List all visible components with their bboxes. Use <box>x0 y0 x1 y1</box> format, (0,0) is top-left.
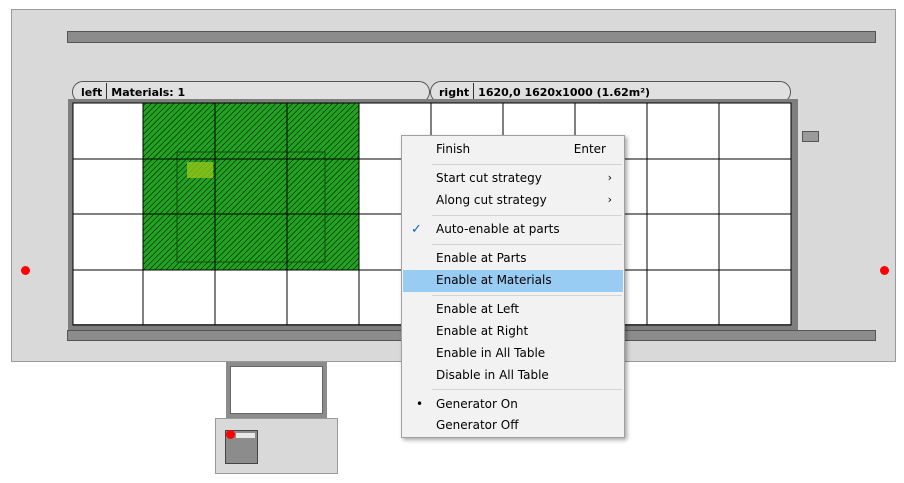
menu-item-label: Finish <box>436 142 471 156</box>
menu-item-auto-enable-at-parts[interactable]: ✓ Auto-enable at parts <box>403 219 623 241</box>
menu-item-generator-on[interactable]: • Generator On <box>403 394 623 416</box>
menu-item-label: Auto-enable at parts <box>436 222 560 236</box>
context-menu: Finish Enter Start cut strategy › Along … <box>401 135 625 438</box>
submenu-arrow-icon: › <box>607 171 612 184</box>
menu-item-label: Along cut strategy <box>436 193 547 207</box>
generator-panel-slot <box>236 433 255 438</box>
menu-item-enable-at-right[interactable]: Enable at Right <box>403 321 623 343</box>
menu-item-label: Enable at Left <box>436 302 520 316</box>
menu-item-label: Generator On <box>436 397 518 411</box>
table-side-handle[interactable] <box>802 131 819 142</box>
menu-item-along-cut-strategy[interactable]: Along cut strategy › <box>403 190 623 212</box>
menu-item-enable-at-parts[interactable]: Enable at Parts <box>403 248 623 270</box>
menu-item-enable-at-materials[interactable]: Enable at Materials <box>403 270 623 292</box>
left-reference-marker <box>21 266 30 275</box>
menu-separator <box>432 164 622 165</box>
material-sheet[interactable] <box>143 103 359 270</box>
menu-item-label: Enable at Materials <box>436 273 552 287</box>
checkmark-icon: ✓ <box>411 222 422 237</box>
submenu-arrow-icon: › <box>607 193 612 206</box>
generator-marker <box>226 430 235 439</box>
menu-item-shortcut: Enter <box>573 142 606 156</box>
radio-bullet-icon: • <box>416 397 424 411</box>
menu-item-label: Disable in All Table <box>436 368 549 382</box>
menu-separator <box>432 389 622 390</box>
menu-item-label: Enable at Parts <box>436 251 527 265</box>
menu-separator <box>432 295 622 296</box>
menu-item-enable-in-all-table[interactable]: Enable in All Table <box>403 343 623 365</box>
menu-item-label: Start cut strategy <box>436 171 542 185</box>
menu-item-start-cut-strategy[interactable]: Start cut strategy › <box>403 168 623 190</box>
console-screen <box>230 366 323 414</box>
material-highlight-spot <box>187 162 213 178</box>
menu-separator <box>432 215 622 216</box>
menu-item-generator-off[interactable]: Generator Off <box>403 415 623 437</box>
menu-item-enable-at-left[interactable]: Enable at Left <box>403 299 623 321</box>
menu-item-disable-in-all-table[interactable]: Disable in All Table <box>403 365 623 387</box>
menu-item-label: Enable in All Table <box>436 346 546 360</box>
menu-separator <box>432 244 622 245</box>
menu-item-label: Generator Off <box>436 418 519 432</box>
menu-item-label: Enable at Right <box>436 324 529 338</box>
right-reference-marker <box>880 266 889 275</box>
menu-item-finish[interactable]: Finish Enter <box>403 139 623 161</box>
